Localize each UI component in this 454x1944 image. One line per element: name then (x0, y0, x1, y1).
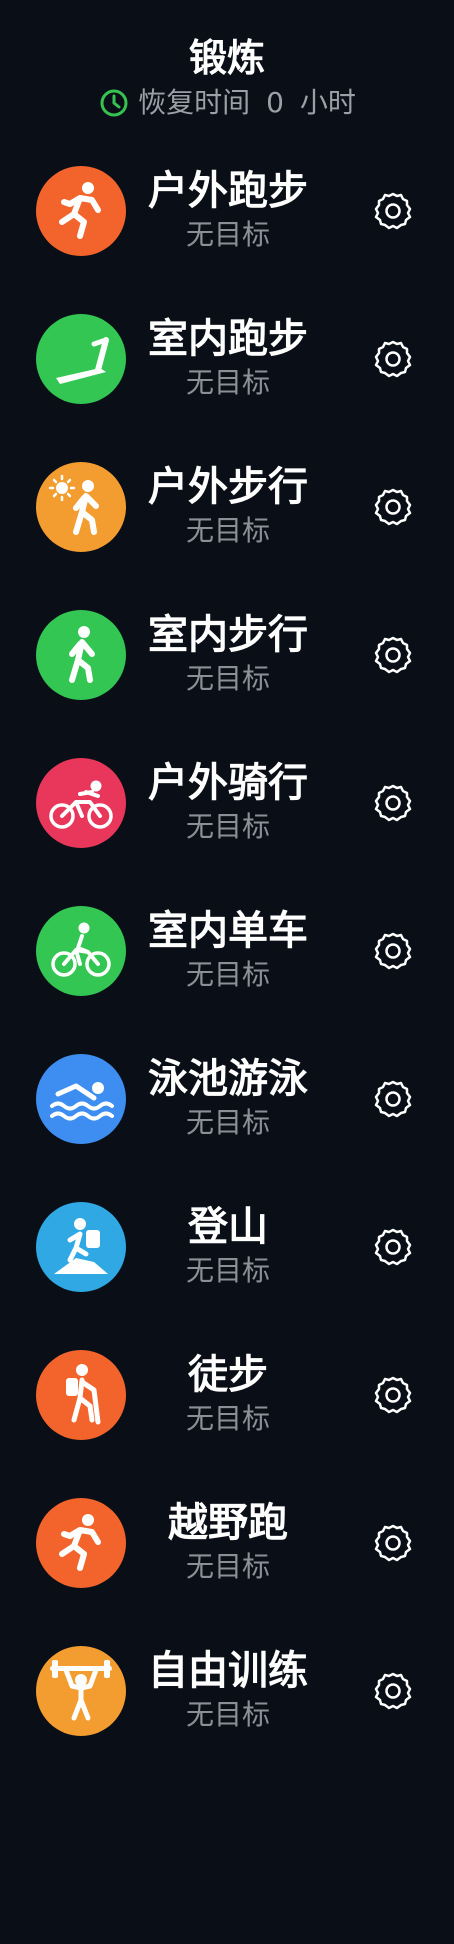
workout-goal: 无目标 (185, 1106, 270, 1139)
page-title: 锻炼 (188, 36, 265, 80)
gear-icon[interactable] (370, 1224, 416, 1270)
gear-icon[interactable] (370, 1372, 416, 1418)
gear-icon[interactable] (370, 336, 416, 382)
workout-label: 徒步 (188, 1352, 268, 1398)
workout-goal: 无目标 (185, 958, 270, 991)
recovery-unit: 小时 (299, 86, 356, 119)
gear-icon[interactable] (370, 484, 416, 530)
workout-goal: 无目标 (185, 1254, 270, 1287)
workout-goal: 无目标 (185, 1402, 270, 1435)
workout-label: 自由训练 (148, 1648, 308, 1694)
swimming-icon (36, 1054, 126, 1144)
hiking-icon (36, 1350, 126, 1440)
workout-item-outdoor-cycling[interactable]: 户外骑行 无目标 (0, 732, 454, 880)
gear-icon[interactable] (370, 928, 416, 974)
workout-item-indoor-bike[interactable]: 室内单车 无目标 (0, 880, 454, 1028)
header: 锻炼 恢复时间 0 小时 (0, 0, 454, 140)
workout-item-outdoor-walk[interactable]: 户外步行 无目标 (0, 436, 454, 584)
gear-icon[interactable] (370, 632, 416, 678)
gear-icon[interactable] (370, 780, 416, 826)
workout-goal: 无目标 (185, 810, 270, 843)
workout-goal: 无目标 (185, 1550, 270, 1583)
cycling-icon (36, 758, 126, 848)
gear-icon[interactable] (370, 188, 416, 234)
workout-label: 泳池游泳 (148, 1056, 308, 1102)
workout-label: 户外步行 (148, 464, 308, 510)
running-icon (36, 166, 126, 256)
gear-icon[interactable] (370, 1668, 416, 1714)
workout-label: 户外骑行 (148, 760, 308, 806)
gear-icon[interactable] (370, 1520, 416, 1566)
workout-goal: 无目标 (185, 218, 270, 251)
workout-label: 越野跑 (168, 1500, 288, 1546)
workout-item-free-training[interactable]: 自由训练 无目标 (0, 1620, 454, 1768)
workout-goal: 无目标 (185, 662, 270, 695)
gear-icon[interactable] (370, 1076, 416, 1122)
trail-run-icon (36, 1498, 126, 1588)
workout-label: 室内步行 (148, 612, 308, 658)
workout-item-indoor-run[interactable]: 室内跑步 无目标 (0, 288, 454, 436)
workout-item-pool-swim[interactable]: 泳池游泳 无目标 (0, 1028, 454, 1176)
workout-label: 户外跑步 (148, 168, 308, 214)
workout-item-outdoor-run[interactable]: 户外跑步 无目标 (0, 140, 454, 288)
clock-icon (98, 87, 130, 119)
workout-item-indoor-walk[interactable]: 室内步行 无目标 (0, 584, 454, 732)
workout-label: 室内单车 (148, 908, 308, 954)
weightlifting-icon (36, 1646, 126, 1736)
outdoor-walk-icon (36, 462, 126, 552)
workout-item-hiking[interactable]: 徒步 无目标 (0, 1324, 454, 1472)
workout-goal: 无目标 (185, 1698, 270, 1731)
workout-goal: 无目标 (185, 514, 270, 547)
workout-label: 室内跑步 (148, 316, 308, 362)
recovery-value: 0 (266, 86, 284, 119)
recovery-time: 恢复时间 0 小时 (0, 86, 454, 120)
recovery-label: 恢复时间 (138, 86, 251, 119)
climbing-icon (36, 1202, 126, 1292)
indoor-bike-icon (36, 906, 126, 996)
treadmill-icon (36, 314, 126, 404)
walking-icon (36, 610, 126, 700)
workout-goal: 无目标 (185, 366, 270, 399)
workout-item-trail-run[interactable]: 越野跑 无目标 (0, 1472, 454, 1620)
workout-label: 登山 (188, 1204, 268, 1250)
workout-item-climbing[interactable]: 登山 无目标 (0, 1176, 454, 1324)
